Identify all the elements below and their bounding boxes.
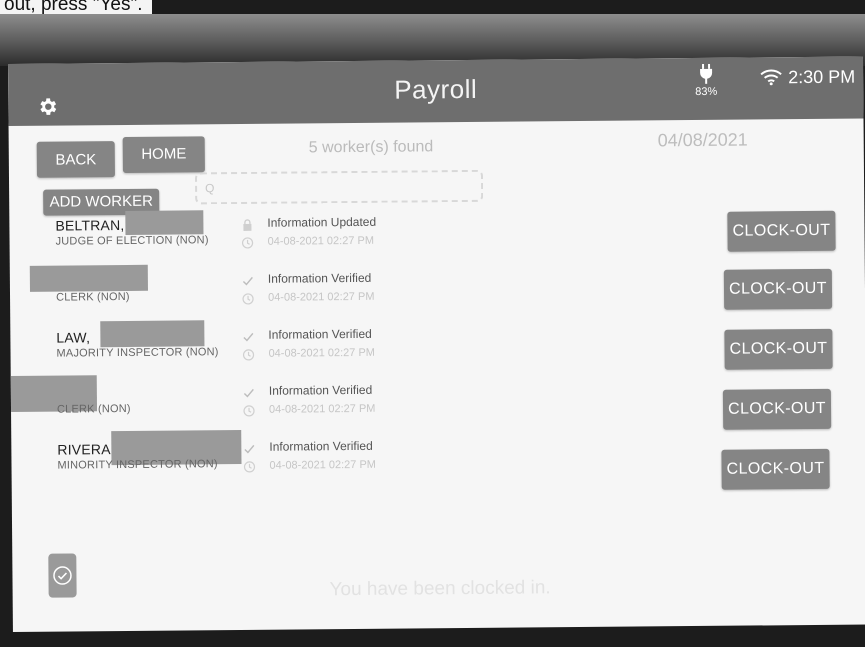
status-clock: 2:30 PM	[788, 66, 856, 88]
app-header: Payroll 83% 2:30 PM	[8, 56, 864, 126]
page-title: Payroll	[394, 73, 478, 105]
worker-role: MINORITY INSPECTOR (NON)	[57, 458, 218, 472]
worker-timestamp: 04-08-2021 02:27 PM	[268, 346, 376, 360]
check-icon	[242, 330, 254, 342]
worker-name: LAW,	[56, 329, 91, 346]
worker-count: 5 worker(s) found	[308, 138, 434, 157]
check-icon	[243, 442, 255, 454]
worker-role: CLERK (NON)	[56, 402, 131, 416]
clock-icon	[243, 404, 255, 417]
worker-status: Information Verified	[268, 326, 372, 342]
redaction-block	[29, 264, 148, 292]
worker-status: Information Verified	[267, 270, 372, 286]
clock-out-button[interactable]: CLOCK-OUT	[722, 388, 832, 430]
battery-percent: 83%	[695, 85, 718, 99]
clock-icon	[241, 236, 254, 249]
worker-timestamp: 04-08-2021 02:27 PM	[269, 458, 376, 472]
worker-name: RIVERA	[57, 441, 111, 458]
clock-out-button[interactable]: CLOCK-OUT	[723, 268, 833, 310]
worker-role: CLERK (NON)	[55, 290, 130, 304]
redaction-block	[100, 320, 205, 348]
clock-icon	[243, 460, 256, 473]
worker-status: Information Verified	[269, 438, 373, 454]
clock-out-button[interactable]: CLOCK-OUT	[724, 328, 833, 370]
worker-timestamp: 04-08-2021 02:27 PM	[267, 290, 375, 304]
power-plug-icon	[700, 63, 713, 84]
search-input[interactable]: Q	[194, 169, 484, 205]
check-icon	[242, 274, 254, 286]
worker-role: JUDGE OF ELECTION (NON)	[55, 234, 209, 248]
date-field[interactable]: 04/08/2021	[557, 123, 849, 158]
tablet-screen: Payroll 83% 2:30 PM BACK HOME 5 worker(s…	[8, 56, 865, 632]
worker-status: Information Verified	[268, 382, 373, 398]
lock-icon	[241, 218, 253, 231]
worker-timestamp: 04-08-2021 02:27 PM	[267, 234, 375, 248]
check-icon	[243, 386, 255, 398]
worker-status: Information Updated	[267, 214, 377, 230]
back-button[interactable]: BACK	[36, 141, 115, 178]
worker-row[interactable]: RIVERA MINORITY INSPECTOR (NON) Informatio…	[11, 429, 865, 498]
worker-timestamp: 04-08-2021 02:27 PM	[268, 402, 376, 416]
worker-role: MAJORITY INSPECTOR (NON)	[56, 346, 219, 360]
redaction-block	[125, 210, 204, 235]
worker-name: BELTRAN,	[55, 216, 125, 234]
clocked-in-message: You have been clocked in.	[329, 577, 551, 601]
clock-icon	[242, 348, 255, 361]
worker-row[interactable]: LAW, MAJORITY INSPECTOR (NON) Information …	[10, 320, 865, 386]
battery-indicator: 83%	[692, 63, 720, 99]
clock-out-button[interactable]: CLOCK-OUT	[727, 210, 836, 252]
wifi-icon	[760, 69, 782, 90]
clock-out-button[interactable]: CLOCK-OUT	[721, 448, 830, 490]
clock-icon	[242, 292, 254, 305]
home-button[interactable]: HOME	[122, 136, 205, 174]
